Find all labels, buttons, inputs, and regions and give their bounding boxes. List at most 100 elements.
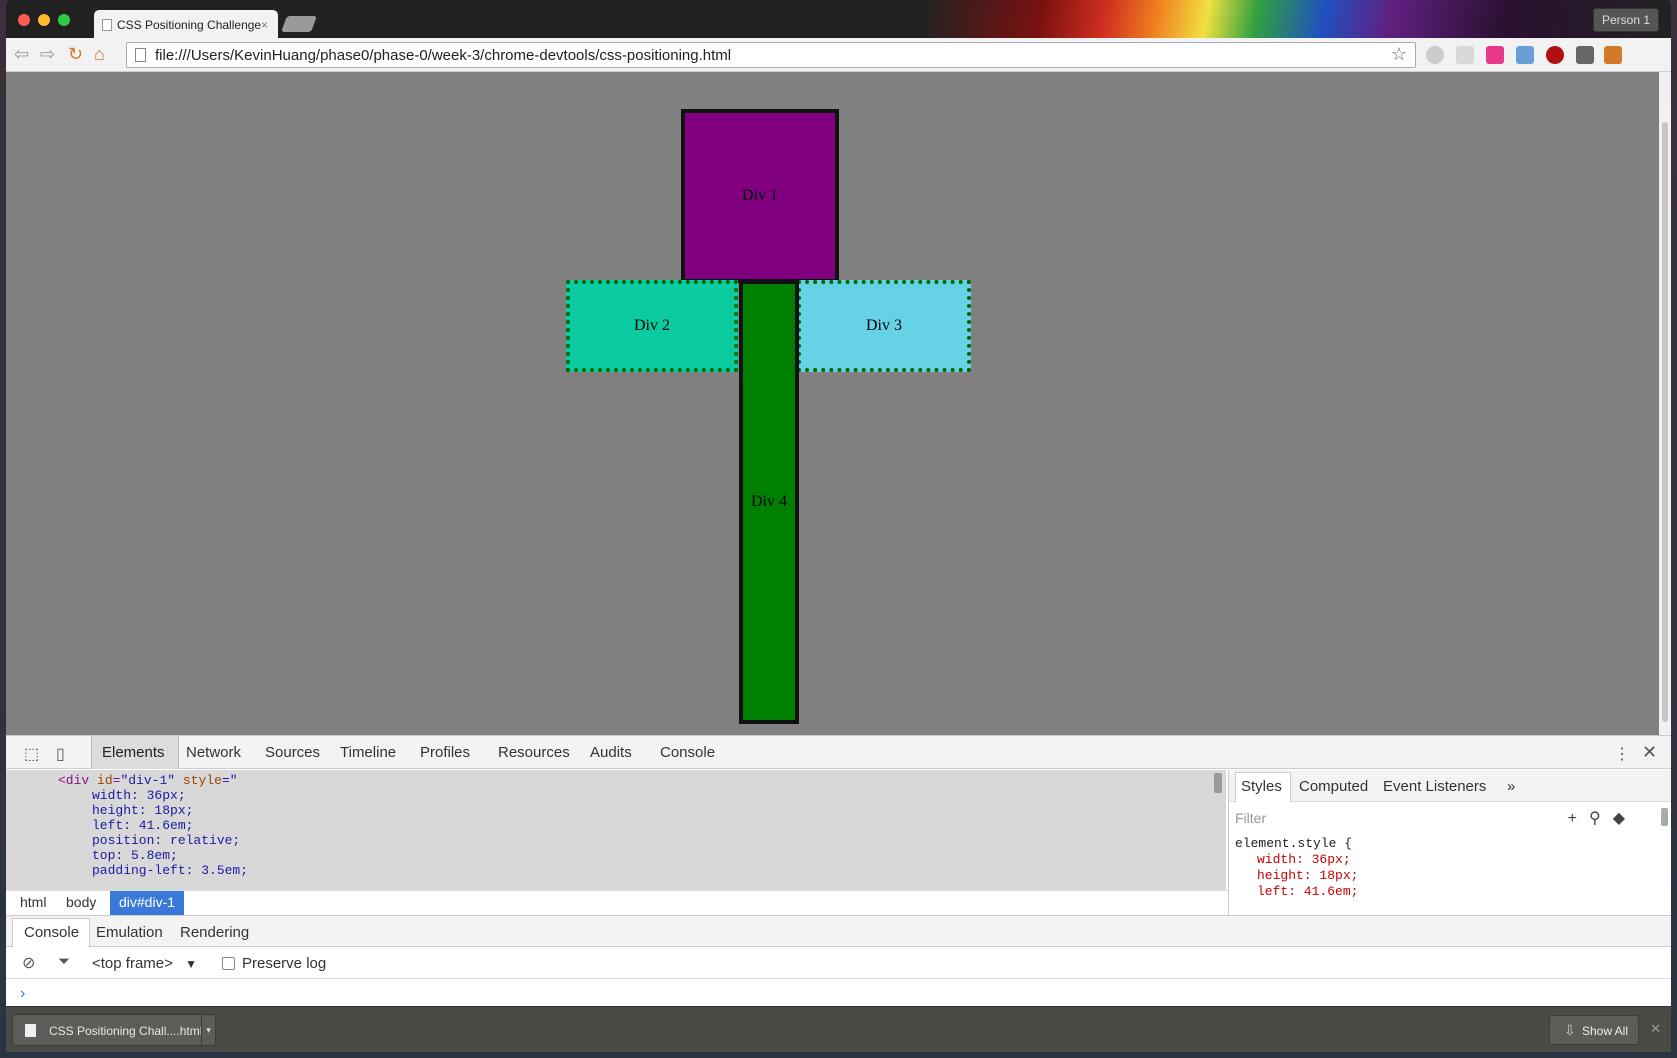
reload-icon[interactable]: ↻ — [68, 44, 83, 65]
style-line: top: 5.8em; — [92, 848, 178, 863]
div-3: Div 3 — [797, 280, 971, 372]
drawer-tabbar: Console Emulation Rendering — [6, 915, 1671, 948]
new-tab-button[interactable] — [281, 16, 317, 32]
tab-resources[interactable]: Resources — [498, 744, 570, 761]
console-prompt-icon[interactable]: › — [20, 985, 25, 1003]
tab-timeline[interactable]: Timeline — [340, 744, 396, 761]
extension-dark-icon[interactable] — [1576, 46, 1594, 64]
style-line: left: 41.6em; — [92, 818, 194, 833]
breadcrumb-html[interactable]: html — [20, 894, 46, 910]
more-tabs-icon[interactable]: » — [1507, 778, 1515, 795]
tab-console[interactable]: Console — [660, 744, 715, 761]
page-scrollbar[interactable] — [1659, 72, 1671, 735]
color-format-icon[interactable]: ◆ — [1613, 810, 1637, 827]
title-bar: CSS Positioning Challenge × Person 1 — [6, 0, 1671, 38]
style-line: height: 18px; — [92, 803, 194, 818]
devtools-panel: ⬚ ▯ Elements Network Sources Timeline Pr… — [6, 735, 1671, 1006]
drawer-tab-rendering[interactable]: Rendering — [180, 924, 249, 941]
device-mode-icon[interactable]: ▯ — [56, 744, 65, 764]
console-toolbar: ⊘ ⏷ <top frame> ▼ Preserve log — [6, 947, 1671, 979]
style-property[interactable]: height: 18px; — [1235, 868, 1358, 884]
style-line: padding-left: 3.5em; — [92, 863, 249, 878]
new-style-rule-icon[interactable]: + — [1568, 810, 1589, 827]
div-3-label: Div 3 — [866, 317, 902, 334]
document-icon — [102, 19, 112, 31]
download-item[interactable]: CSS Positioning Chall....html ▾ — [12, 1014, 216, 1046]
styles-pane: Styles Computed Event Listeners » Filter… — [1228, 770, 1671, 915]
scrollbar-thumb[interactable] — [1662, 122, 1668, 722]
tab-profiles[interactable]: Profiles — [420, 744, 470, 761]
breadcrumb-body[interactable]: body — [66, 894, 96, 910]
drawer-tab-console[interactable]: Console — [24, 924, 79, 941]
elements-tree[interactable]: <div id="div-1" style=" width: 36px; hei… — [6, 770, 1226, 890]
style-selector: element.style { — [1235, 836, 1353, 851]
back-icon[interactable]: ⇦ — [14, 44, 29, 65]
download-shelf: CSS Positioning Chall....html ▾ ⇩ Show A… — [6, 1006, 1671, 1052]
extension-pink-icon[interactable] — [1486, 46, 1504, 64]
filter-icon[interactable]: ⏷ — [58, 953, 70, 970]
extension-icon[interactable] — [1426, 46, 1444, 64]
tab-sources[interactable]: Sources — [265, 744, 320, 761]
close-window-button[interactable] — [18, 14, 30, 26]
elements-scrollbar[interactable] — [1214, 773, 1222, 793]
tab-title: CSS Positioning Challenge — [117, 18, 262, 32]
bookmark-star-icon[interactable]: ☆ — [1391, 44, 1407, 65]
div-2: Div 2 — [566, 280, 738, 372]
tab-close-icon[interactable]: × — [261, 18, 268, 32]
browser-window: CSS Positioning Challenge × Person 1 ⇦ ⇨… — [6, 0, 1671, 1052]
breadcrumb: html body div#div-1 — [6, 890, 1228, 915]
camera-icon[interactable] — [1516, 46, 1534, 64]
profile-button[interactable]: Person 1 — [1592, 8, 1659, 32]
tab-styles[interactable]: Styles — [1241, 778, 1282, 795]
forward-icon[interactable]: ⇨ — [40, 44, 55, 65]
frame-select[interactable]: <top frame> ▼ — [92, 955, 197, 972]
download-menu-arrow-icon[interactable]: ▾ — [201, 1015, 215, 1045]
styles-tabbar: Styles Computed Event Listeners » — [1229, 770, 1671, 802]
close-devtools-icon[interactable]: ✕ — [1642, 742, 1657, 763]
dropdown-arrow-icon: ▼ — [185, 957, 197, 971]
devtools-tabbar: ⬚ ▯ Elements Network Sources Timeline Pr… — [6, 735, 1671, 769]
ublock-icon[interactable] — [1546, 46, 1564, 64]
download-filename: CSS Positioning Chall....html — [49, 1024, 203, 1038]
element-style-rule[interactable]: element.style { width: 36px; height: 18p… — [1235, 836, 1358, 900]
clear-console-icon[interactable]: ⊘ — [22, 953, 35, 973]
tab-network[interactable]: Network — [186, 744, 241, 761]
inspect-element-icon[interactable]: ⬚ — [24, 744, 39, 764]
more-options-icon[interactable]: ⋮ — [1614, 744, 1630, 764]
browser-toolbar: ⇦ ⇨ ↻ ⌂ file:///Users/KevinHuang/phase0/… — [6, 38, 1671, 72]
file-icon — [25, 1024, 36, 1037]
div-1-label: Div 1 — [742, 187, 778, 204]
minimize-window-button[interactable] — [38, 14, 50, 26]
preserve-log-label: Preserve log — [242, 955, 327, 972]
breadcrumb-div-1[interactable]: div#div-1 — [110, 891, 185, 915]
div-1: Div 1 — [681, 109, 839, 283]
tab-computed[interactable]: Computed — [1299, 778, 1368, 795]
zoom-window-button[interactable] — [58, 14, 70, 26]
element-open-tag[interactable]: <div id="div-1" style=" — [58, 773, 1226, 788]
tab-event-listeners[interactable]: Event Listeners — [1383, 778, 1486, 795]
styles-toolbar: +⚲◆ — [1568, 808, 1637, 828]
url-text: file:///Users/KevinHuang/phase0/phase-0/… — [155, 47, 732, 64]
preserve-log-checkbox[interactable] — [222, 957, 235, 970]
show-all-button[interactable]: ⇩ Show All — [1548, 1015, 1639, 1045]
drawer-tab-emulation[interactable]: Emulation — [96, 924, 163, 941]
styles-filter-input[interactable]: Filter — [1235, 810, 1266, 826]
style-property[interactable]: width: 36px; — [1235, 852, 1358, 868]
address-bar[interactable]: file:///Users/KevinHuang/phase0/phase-0/… — [126, 42, 1416, 68]
page-viewport: Div 1 Div 2 Div 3 Div 4 — [6, 72, 1659, 735]
browser-tab[interactable]: CSS Positioning Challenge × — [94, 10, 278, 38]
download-arrow-icon: ⇩ — [1563, 1022, 1576, 1038]
pin-icon[interactable]: ⚲ — [1589, 810, 1613, 827]
div-4: Div 4 — [739, 280, 799, 724]
tab-audits[interactable]: Audits — [590, 744, 632, 761]
style-property[interactable]: left: 41.6em; — [1235, 884, 1358, 900]
home-icon[interactable]: ⌂ — [94, 44, 105, 65]
div-4-label: Div 4 — [751, 493, 787, 510]
styles-scrollbar[interactable] — [1661, 808, 1668, 826]
close-shelf-icon[interactable]: ✕ — [1650, 1021, 1661, 1037]
menu-icon[interactable] — [1604, 46, 1622, 64]
page-icon — [135, 48, 146, 62]
cast-icon[interactable] — [1456, 46, 1474, 64]
tab-elements[interactable]: Elements — [102, 744, 165, 761]
style-line: position: relative; — [92, 833, 241, 848]
